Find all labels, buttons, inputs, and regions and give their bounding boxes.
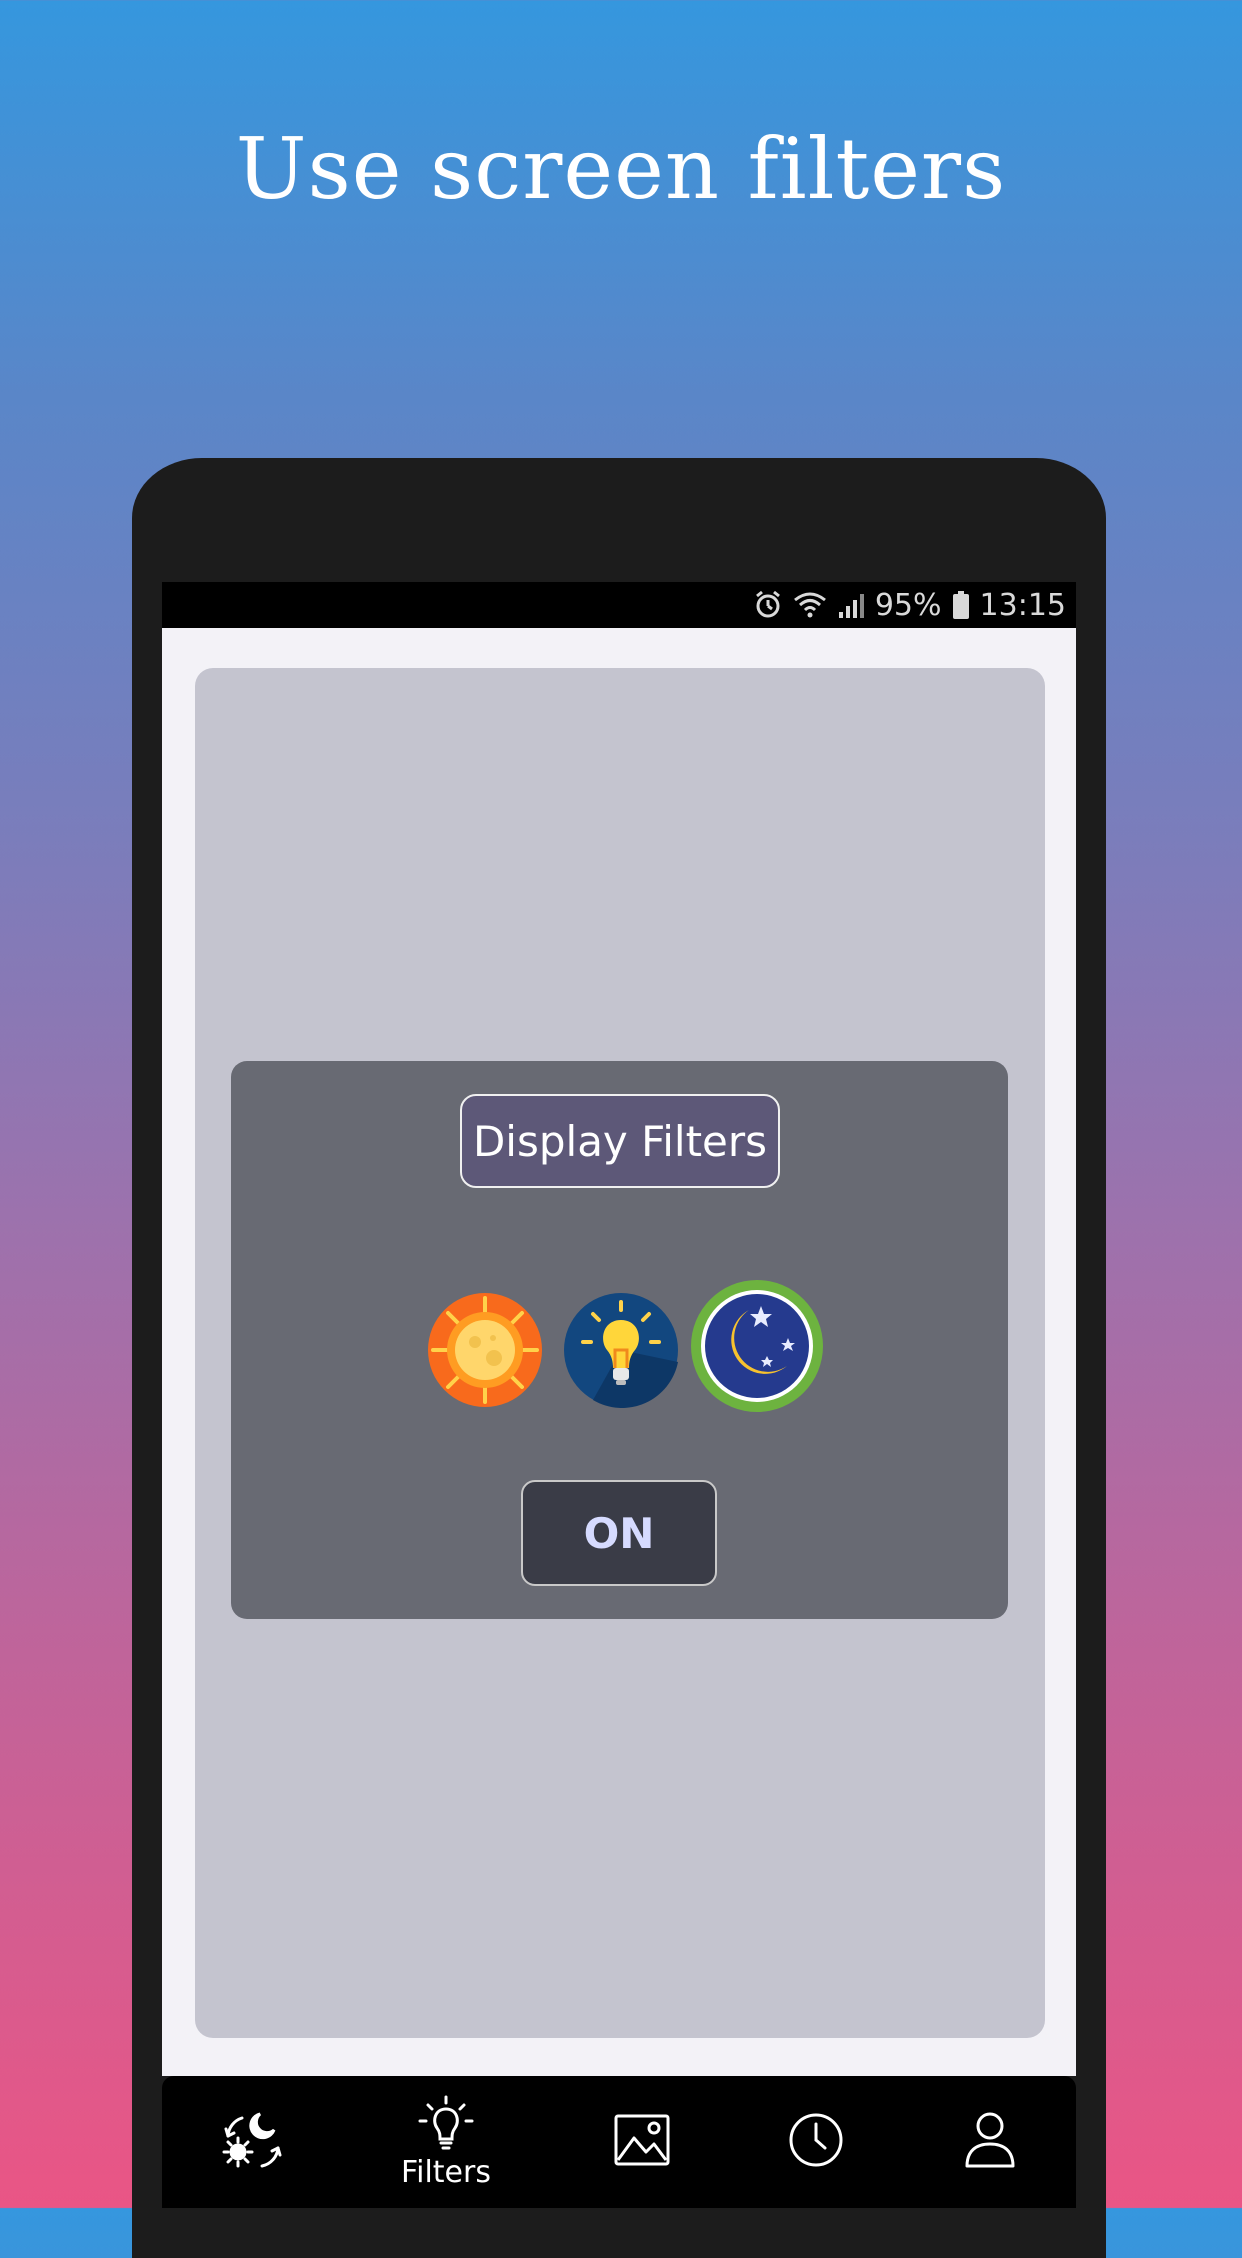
nav-item-day-night[interactable] [192, 2076, 312, 2208]
nav-item-profile[interactable] [930, 2076, 1050, 2208]
signal-icon [837, 590, 865, 620]
status-bar: 95% 13:15 [162, 582, 1076, 628]
battery-icon [952, 590, 970, 620]
status-time: 13:15 [979, 587, 1066, 623]
moon-filter-icon[interactable] [687, 1276, 827, 1416]
bulb-filter-icon[interactable] [563, 1292, 679, 1408]
wifi-icon [793, 590, 827, 620]
sun-filter-icon[interactable] [427, 1292, 543, 1408]
day-night-icon [220, 2108, 284, 2176]
app-screen: Display Filters ON [162, 628, 1076, 2076]
alarm-icon [753, 590, 783, 620]
headline: Use screen filters [235, 120, 1007, 218]
nav-item-gallery[interactable] [582, 2076, 702, 2208]
bulb-icon [416, 2095, 476, 2155]
display-filters-title-button[interactable]: Display Filters [460, 1094, 780, 1188]
user-icon [964, 2111, 1016, 2173]
nav-item-filters[interactable]: Filters [386, 2076, 506, 2208]
nav-item-schedule[interactable] [756, 2076, 876, 2208]
clock-icon [787, 2111, 845, 2173]
on-toggle-button[interactable]: ON [521, 1480, 717, 1586]
image-icon [614, 2114, 670, 2170]
bottom-navigation: Filters [162, 2076, 1076, 2208]
filter-options [231, 1280, 1008, 1426]
nav-label-filters: Filters [401, 2154, 491, 2190]
content-card: Display Filters ON [195, 668, 1045, 2038]
display-filters-dialog: Display Filters ON [231, 1061, 1008, 1619]
battery-percent: 95% [874, 587, 942, 623]
